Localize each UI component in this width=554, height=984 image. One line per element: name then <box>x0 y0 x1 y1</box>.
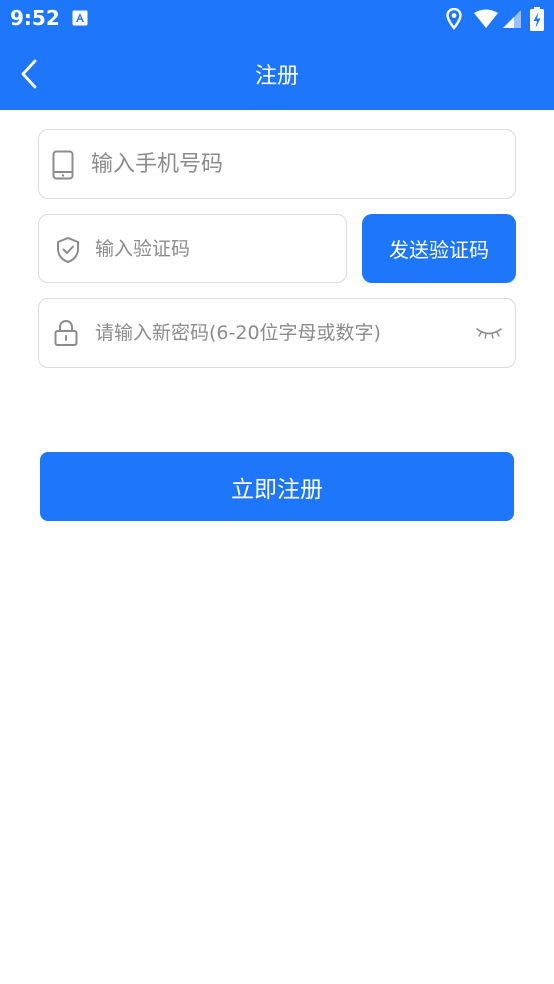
page-title: 注册 <box>254 64 299 89</box>
verification-code-input[interactable] <box>95 215 335 282</box>
wifi-icon <box>474 9 498 28</box>
location-icon <box>446 8 462 30</box>
notification-app-icon <box>72 10 88 26</box>
shield-check-icon <box>57 237 79 263</box>
phone-icon <box>52 150 74 180</box>
phone-input[interactable] <box>91 130 491 198</box>
signal-icon <box>503 10 521 28</box>
password-input[interactable] <box>95 299 475 367</box>
lock-icon <box>54 319 78 346</box>
phone-field <box>38 129 516 199</box>
send-code-button[interactable]: 发送验证码 <box>362 214 516 283</box>
register-button[interactable]: 立即注册 <box>40 452 514 521</box>
battery-charging-icon <box>530 7 544 31</box>
password-field <box>38 298 516 368</box>
eye-closed-icon[interactable] <box>475 325 503 341</box>
verification-code-field <box>38 214 347 283</box>
app-header: 9:52 注册 <box>0 0 554 110</box>
status-bar: 9:52 <box>0 0 554 38</box>
status-time: 9:52 <box>10 6 60 30</box>
